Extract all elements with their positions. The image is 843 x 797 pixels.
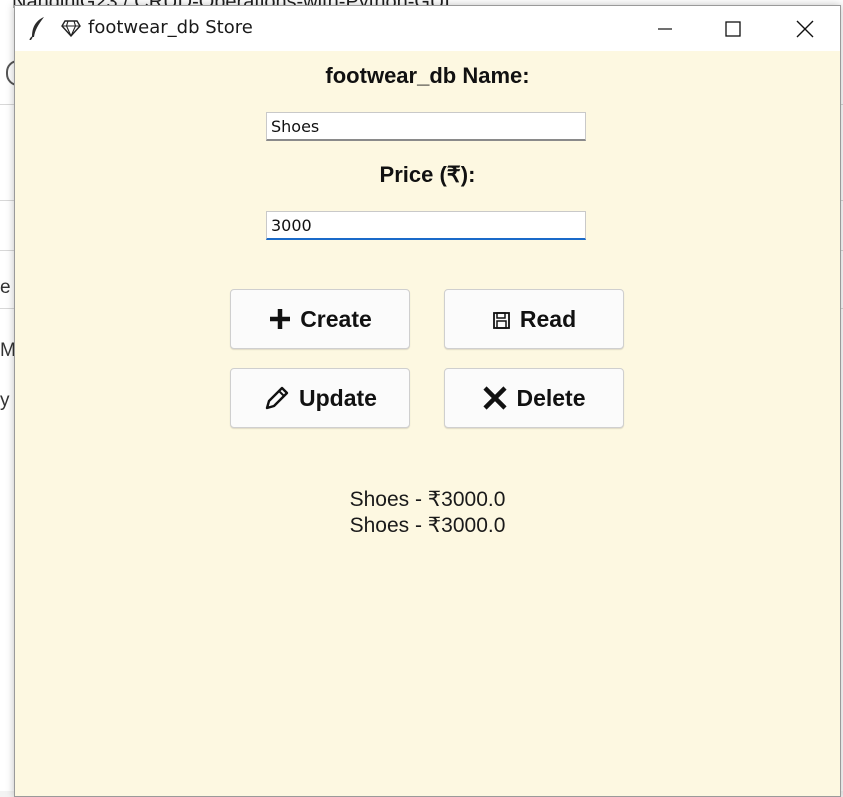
read-button-label: Read [519,305,577,332]
create-button-label: Create [300,305,372,332]
maximize-button[interactable] [701,6,765,51]
name-input[interactable]: Shoes [266,112,586,141]
read-button[interactable]: Read [444,289,624,349]
feather-icon [29,16,47,45]
minimize-icon [658,27,672,30]
delete-button[interactable]: Delete [444,368,624,428]
name-label: footwear_db Name: [325,63,530,88]
cross-icon [482,385,508,411]
price-input[interactable]: 3000 [266,211,586,240]
window-title: footwear_db Store [88,17,253,38]
delete-button-label: Delete [516,384,586,411]
pencil-icon [263,384,291,412]
plus-icon [268,307,292,331]
update-button[interactable]: Update [230,368,410,428]
list-item: Shoes - ₹3000.0 [349,514,506,537]
floppy-disk-icon [492,309,512,329]
close-button[interactable] [773,6,837,51]
diamond-icon [61,20,81,42]
update-button-label: Update [299,384,377,411]
price-label: Price (₹): [379,162,476,187]
background-text-fragment: e [0,277,11,298]
records-list: Shoes - ₹3000.0 Shoes - ₹3000.0 [15,487,840,539]
minimize-button[interactable] [633,6,697,51]
title-bar[interactable]: footwear_db Store [15,6,840,51]
background-text-fragment: y [0,390,10,411]
create-button[interactable]: Create [230,289,410,349]
list-item: Shoes - ₹3000.0 [349,488,506,511]
maximize-icon [725,20,741,37]
app-window: footwear_db Store footwear_db Name: Shoe… [14,5,841,797]
close-icon [796,20,814,37]
